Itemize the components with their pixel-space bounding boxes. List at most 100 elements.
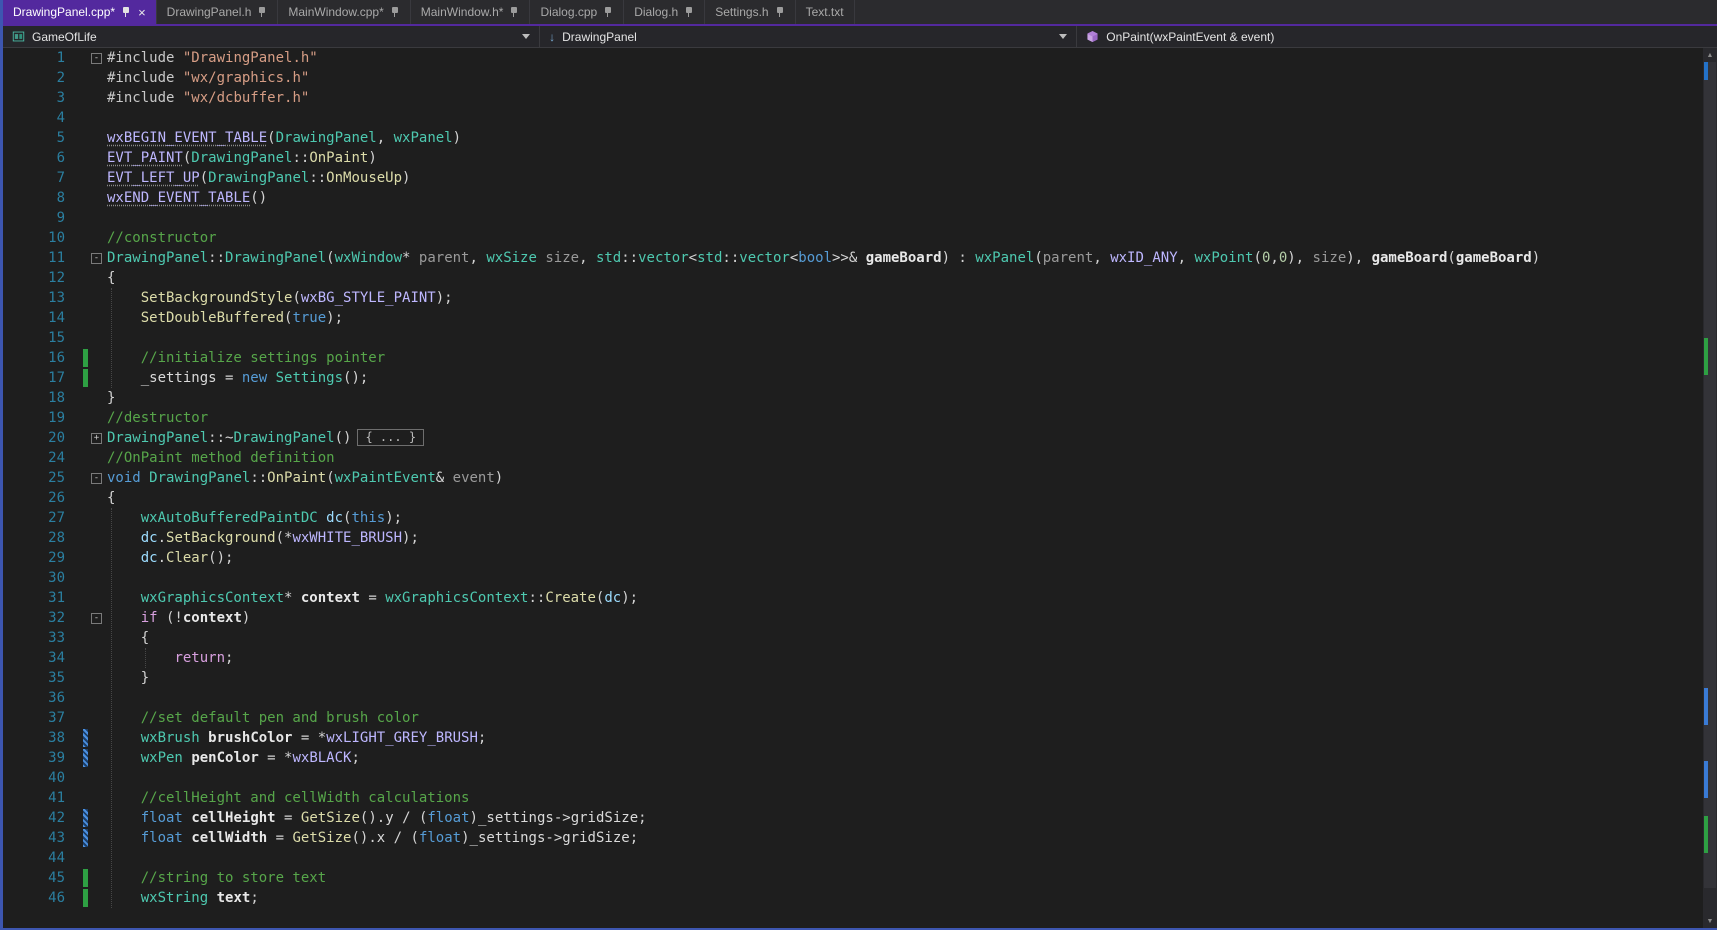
code-text[interactable]: //OnPaint method definition — [107, 448, 1703, 468]
fold-margin — [91, 128, 107, 148]
code-text[interactable] — [107, 688, 1703, 708]
scroll-down-arrow-icon[interactable]: ▼ — [1703, 914, 1717, 928]
tab-dialog-h[interactable]: Dialog.h — [624, 0, 706, 24]
code-text[interactable]: DrawingPanel::DrawingPanel(wxWindow* par… — [107, 248, 1703, 268]
tab-drawingpanel-cpp[interactable]: DrawingPanel.cpp* × — [3, 0, 157, 24]
code-text[interactable] — [107, 108, 1703, 128]
code-text[interactable]: { — [107, 268, 1703, 288]
code-text[interactable]: SetDoubleBuffered(true); — [107, 308, 1703, 328]
pin-icon[interactable] — [257, 6, 267, 18]
code-text[interactable]: wxBrush brushColor = *wxLIGHT_GREY_BRUSH… — [107, 728, 1703, 748]
code-line: 14 SetDoubleBuffered(true); — [3, 308, 1703, 328]
pin-icon[interactable] — [684, 6, 694, 18]
fold-margin — [91, 868, 107, 888]
code-line: 17 _settings = new Settings(); — [3, 368, 1703, 388]
collapse-toggle-icon[interactable]: - — [91, 252, 102, 264]
member-dropdown[interactable]: OnPaint(wxPaintEvent & event) — [1077, 26, 1717, 47]
code-text[interactable]: wxGraphicsContext* context = wxGraphicsC… — [107, 588, 1703, 608]
fold-margin — [91, 828, 107, 848]
code-text[interactable]: dc.Clear(); — [107, 548, 1703, 568]
code-text[interactable]: void DrawingPanel::OnPaint(wxPaintEvent&… — [107, 468, 1703, 488]
code-text[interactable]: } — [107, 668, 1703, 688]
code-line: 41 //cellHeight and cellWidth calculatio… — [3, 788, 1703, 808]
line-number: 45 — [48, 870, 65, 886]
code-text[interactable]: wxBEGIN_EVENT_TABLE(DrawingPanel, wxPane… — [107, 128, 1703, 148]
line-number: 42 — [48, 810, 65, 826]
tracked-change-bar — [83, 729, 88, 747]
collapsed-region[interactable]: { ... } — [357, 429, 425, 446]
code-text[interactable]: return; — [107, 648, 1703, 668]
code-text[interactable] — [107, 568, 1703, 588]
collapse-toggle-icon[interactable]: - — [91, 612, 102, 624]
code-text[interactable]: if (!context) — [107, 608, 1703, 628]
code-text[interactable]: _settings = new Settings(); — [107, 368, 1703, 388]
line-number: 10 — [48, 230, 65, 246]
tab-settings-h[interactable]: Settings.h — [705, 0, 796, 24]
tab-text-txt[interactable]: Text.txt — [796, 0, 855, 24]
tab-dialog-cpp[interactable]: Dialog.cpp — [530, 0, 625, 24]
type-dropdown[interactable]: ↓ DrawingPanel — [540, 26, 1078, 47]
line-number: 16 — [48, 350, 65, 366]
code-text[interactable]: //string to store text — [107, 868, 1703, 888]
code-text[interactable]: DrawingPanel::~DrawingPanel(){ ... } — [107, 428, 1703, 448]
code-text[interactable]: } — [107, 388, 1703, 408]
vertical-scrollbar[interactable]: ▲ ▼ — [1703, 48, 1717, 928]
code-line: 10 //constructor — [3, 228, 1703, 248]
line-number: 28 — [48, 530, 65, 546]
collapse-toggle-icon[interactable]: - — [91, 52, 102, 64]
code-text[interactable] — [107, 328, 1703, 348]
tab-drawingpanel-h[interactable]: DrawingPanel.h — [157, 0, 279, 24]
pin-icon[interactable] — [775, 6, 785, 18]
project-dropdown[interactable]: GameOfLife — [3, 26, 541, 47]
code-text[interactable]: wxEND_EVENT_TABLE() — [107, 188, 1703, 208]
code-text[interactable]: #include "wx/graphics.h" — [107, 68, 1703, 88]
code-text[interactable] — [107, 848, 1703, 868]
tab-mainwindow-h[interactable]: MainWindow.h* — [411, 0, 531, 24]
code-text[interactable]: //set default pen and brush color — [107, 708, 1703, 728]
fold-margin — [91, 88, 107, 108]
line-number: 6 — [56, 150, 65, 166]
code-text[interactable]: //cellHeight and cellWidth calculations — [107, 788, 1703, 808]
pin-icon[interactable] — [390, 6, 400, 18]
code-text[interactable]: wxString text; — [107, 888, 1703, 908]
code-text[interactable] — [107, 208, 1703, 228]
code-text[interactable]: SetBackgroundStyle(wxBG_STYLE_PAINT); — [107, 288, 1703, 308]
tab-mainwindow-cpp[interactable]: MainWindow.cpp* — [278, 0, 411, 24]
code-text[interactable] — [107, 768, 1703, 788]
pin-icon[interactable] — [121, 6, 131, 18]
fold-margin — [91, 408, 107, 428]
code-text[interactable]: EVT_LEFT_UP(DrawingPanel::OnMouseUp) — [107, 168, 1703, 188]
pin-icon[interactable] — [509, 6, 519, 18]
code-line: 4 — [3, 108, 1703, 128]
pin-icon[interactable] — [603, 6, 613, 18]
code-text[interactable]: { — [107, 628, 1703, 648]
code-text[interactable]: float cellWidth = GetSize().x / (float)_… — [107, 828, 1703, 848]
line-number: 3 — [56, 90, 65, 106]
expand-toggle-icon[interactable]: + — [91, 432, 102, 444]
saved-change-bar — [83, 889, 88, 907]
fold-margin: + — [91, 428, 107, 448]
scrollbar-track[interactable] — [1703, 62, 1717, 914]
fold-margin — [91, 588, 107, 608]
code-text[interactable]: wxPen penColor = *wxBLACK; — [107, 748, 1703, 768]
line-number: 27 — [48, 510, 65, 526]
fold-margin — [91, 348, 107, 368]
code-text[interactable]: wxAutoBufferedPaintDC dc(this); — [107, 508, 1703, 528]
tab-label: DrawingPanel.h — [166, 5, 252, 19]
code-text[interactable]: EVT_PAINT(DrawingPanel::OnPaint) — [107, 148, 1703, 168]
code-text[interactable]: //destructor — [107, 408, 1703, 428]
code-text[interactable]: //constructor — [107, 228, 1703, 248]
fold-margin — [91, 228, 107, 248]
code-text[interactable]: { — [107, 488, 1703, 508]
code-text[interactable]: dc.SetBackground(*wxWHITE_BRUSH); — [107, 528, 1703, 548]
fold-margin — [91, 308, 107, 328]
close-icon[interactable]: × — [138, 6, 146, 19]
code-text[interactable]: #include "DrawingPanel.h" — [107, 48, 1703, 68]
collapse-toggle-icon[interactable]: - — [91, 472, 102, 484]
code-text[interactable]: //initialize settings pointer — [107, 348, 1703, 368]
fold-margin: - — [91, 608, 107, 628]
code-text[interactable]: float cellHeight = GetSize().y / (float)… — [107, 808, 1703, 828]
code-line: 11 - DrawingPanel::DrawingPanel(wxWindow* … — [3, 248, 1703, 268]
scroll-up-arrow-icon[interactable]: ▲ — [1703, 48, 1717, 62]
code-text[interactable]: #include "wx/dcbuffer.h" — [107, 88, 1703, 108]
